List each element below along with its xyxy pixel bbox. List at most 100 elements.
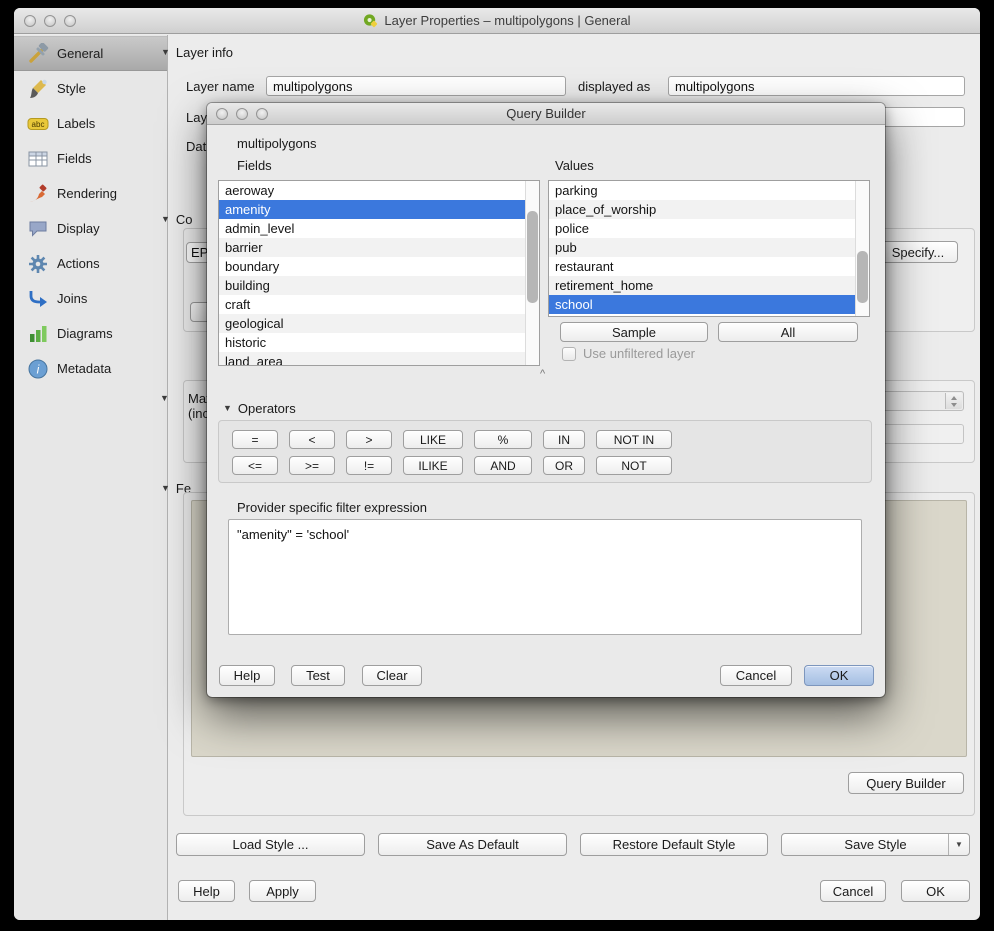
operator-button[interactable]: >= xyxy=(289,456,335,475)
dialog-cancel-button[interactable]: Cancel xyxy=(720,665,792,686)
fields-scrollbar-thumb[interactable] xyxy=(527,211,538,303)
zoom-button[interactable] xyxy=(64,15,76,27)
sidebar-item-style[interactable]: Style xyxy=(14,71,167,106)
value-item[interactable]: restaurant xyxy=(549,257,855,276)
field-item[interactable]: barrier xyxy=(219,238,525,257)
operators-header: Operators xyxy=(238,401,296,416)
sidebar-item-diagrams[interactable]: Diagrams xyxy=(14,316,167,351)
value-item[interactable]: place_of_worship xyxy=(549,200,855,219)
all-button[interactable]: All xyxy=(718,322,858,342)
dialog-ok-button[interactable]: OK xyxy=(804,665,874,686)
fields-scrollbar[interactable] xyxy=(525,181,539,365)
operators-row-2: <= >= != ILIKE AND OR NOT xyxy=(232,456,672,475)
sidebar-item-general[interactable]: General xyxy=(14,36,167,71)
disclosure-triangle-icon[interactable]: ▼ xyxy=(161,481,170,495)
restore-default-style-button[interactable]: Restore Default Style xyxy=(580,833,768,856)
field-item[interactable]: aeroway xyxy=(219,181,525,200)
save-as-default-button[interactable]: Save As Default xyxy=(378,833,567,856)
operator-button[interactable]: % xyxy=(474,430,532,449)
sidebar-item-label: Labels xyxy=(57,116,95,131)
field-item[interactable]: geological xyxy=(219,314,525,333)
value-item[interactable]: school xyxy=(549,295,855,314)
cancel-button[interactable]: Cancel xyxy=(820,880,886,902)
minimize-button[interactable] xyxy=(44,15,56,27)
field-item[interactable]: building xyxy=(219,276,525,295)
ok-button[interactable]: OK xyxy=(901,880,970,902)
sample-button[interactable]: Sample xyxy=(560,322,708,342)
crs-header: Co xyxy=(176,212,193,227)
sidebar-item-rendering[interactable]: Rendering xyxy=(14,176,167,211)
disclosure-triangle-icon[interactable]: ▼ xyxy=(160,391,169,405)
operator-button[interactable]: NOT xyxy=(596,456,672,475)
close-button[interactable] xyxy=(216,108,228,120)
sidebar: General Style abc Labels Fields Renderin… xyxy=(14,35,168,920)
svg-text:abc: abc xyxy=(32,120,45,129)
field-item[interactable]: historic xyxy=(219,333,525,352)
values-list[interactable]: parkingplace_of_worshippolicepubrestaura… xyxy=(548,180,870,317)
bar-chart-icon xyxy=(27,323,49,345)
field-item[interactable]: craft xyxy=(219,295,525,314)
close-button[interactable] xyxy=(24,15,36,27)
operator-button[interactable]: AND xyxy=(474,456,532,475)
filter-expression-input[interactable]: "amenity" = 'school' xyxy=(228,519,862,635)
sidebar-item-labels[interactable]: abc Labels xyxy=(14,106,167,141)
layer-info-header-row: ▼ Layer info xyxy=(161,45,233,60)
field-item[interactable]: boundary xyxy=(219,257,525,276)
value-item[interactable]: pub xyxy=(549,238,855,257)
displayed-as-input[interactable] xyxy=(668,76,965,96)
dialog-help-button[interactable]: Help xyxy=(219,665,275,686)
operator-button[interactable]: LIKE xyxy=(403,430,463,449)
layer-source-label: Lay xyxy=(186,110,207,125)
sidebar-item-metadata[interactable]: i Metadata xyxy=(14,351,167,386)
minimize-button[interactable] xyxy=(236,108,248,120)
fields-list[interactable]: aerowayamenityadmin_levelbarrierboundary… xyxy=(218,180,540,366)
operator-button[interactable]: <= xyxy=(232,456,278,475)
load-style-button[interactable]: Load Style ... xyxy=(176,833,365,856)
use-unfiltered-checkbox[interactable] xyxy=(562,347,576,361)
speech-bubble-icon xyxy=(27,218,49,240)
clear-button[interactable]: Clear xyxy=(362,665,422,686)
value-item[interactable]: parking xyxy=(549,181,855,200)
operator-button[interactable]: ILIKE xyxy=(403,456,463,475)
sidebar-item-label: Display xyxy=(57,221,100,236)
apply-button[interactable]: Apply xyxy=(249,880,316,902)
filter-expression-label: Provider specific filter expression xyxy=(237,500,427,515)
operator-button[interactable]: = xyxy=(232,430,278,449)
disclosure-triangle-icon[interactable]: ▼ xyxy=(161,212,170,226)
help-button[interactable]: Help xyxy=(178,880,235,902)
sidebar-item-label: General xyxy=(57,46,103,61)
operator-button[interactable]: > xyxy=(346,430,392,449)
save-style-button[interactable]: Save Style ▼ xyxy=(781,833,970,856)
operator-button[interactable]: != xyxy=(346,456,392,475)
field-item[interactable]: land_area xyxy=(219,352,525,366)
specify-crs-button[interactable]: Specify... xyxy=(878,241,958,263)
field-item[interactable]: amenity xyxy=(219,200,525,219)
query-builder-open-button[interactable]: Query Builder xyxy=(848,772,964,794)
dialog-titlebar[interactable]: Query Builder xyxy=(207,103,885,125)
operators-group: = < > LIKE% IN NOT IN <= >= != ILIKE AND OR NOT xyxy=(218,420,872,483)
operator-button[interactable]: < xyxy=(289,430,335,449)
sidebar-item-display[interactable]: Display xyxy=(14,211,167,246)
operator-button[interactable]: NOT IN xyxy=(596,430,672,449)
values-scrollbar[interactable] xyxy=(855,181,869,316)
dialog-layer-name: multipolygons xyxy=(237,136,317,151)
values-scrollbar-thumb[interactable] xyxy=(857,251,868,303)
sidebar-item-fields[interactable]: Fields xyxy=(14,141,167,176)
value-item[interactable]: police xyxy=(549,219,855,238)
sidebar-item-joins[interactable]: Joins xyxy=(14,281,167,316)
window-title: Layer Properties – multipolygons | Gener… xyxy=(384,13,630,28)
layer-name-input[interactable] xyxy=(266,76,566,96)
field-item[interactable]: admin_level xyxy=(219,219,525,238)
sidebar-item-actions[interactable]: Actions xyxy=(14,246,167,281)
zoom-button[interactable] xyxy=(256,108,268,120)
splitter-collapse-icon[interactable]: ^ xyxy=(540,368,545,380)
stepper-arrows-icon[interactable] xyxy=(945,393,962,409)
operator-button[interactable]: IN xyxy=(543,430,585,449)
window-titlebar[interactable]: Layer Properties – multipolygons | Gener… xyxy=(14,8,980,34)
disclosure-triangle-icon[interactable]: ▼ xyxy=(223,401,232,415)
disclosure-triangle-icon[interactable]: ▼ xyxy=(161,45,170,59)
sidebar-item-label: Style xyxy=(57,81,86,96)
value-item[interactable]: retirement_home xyxy=(549,276,855,295)
operator-button[interactable]: OR xyxy=(543,456,585,475)
test-button[interactable]: Test xyxy=(291,665,345,686)
